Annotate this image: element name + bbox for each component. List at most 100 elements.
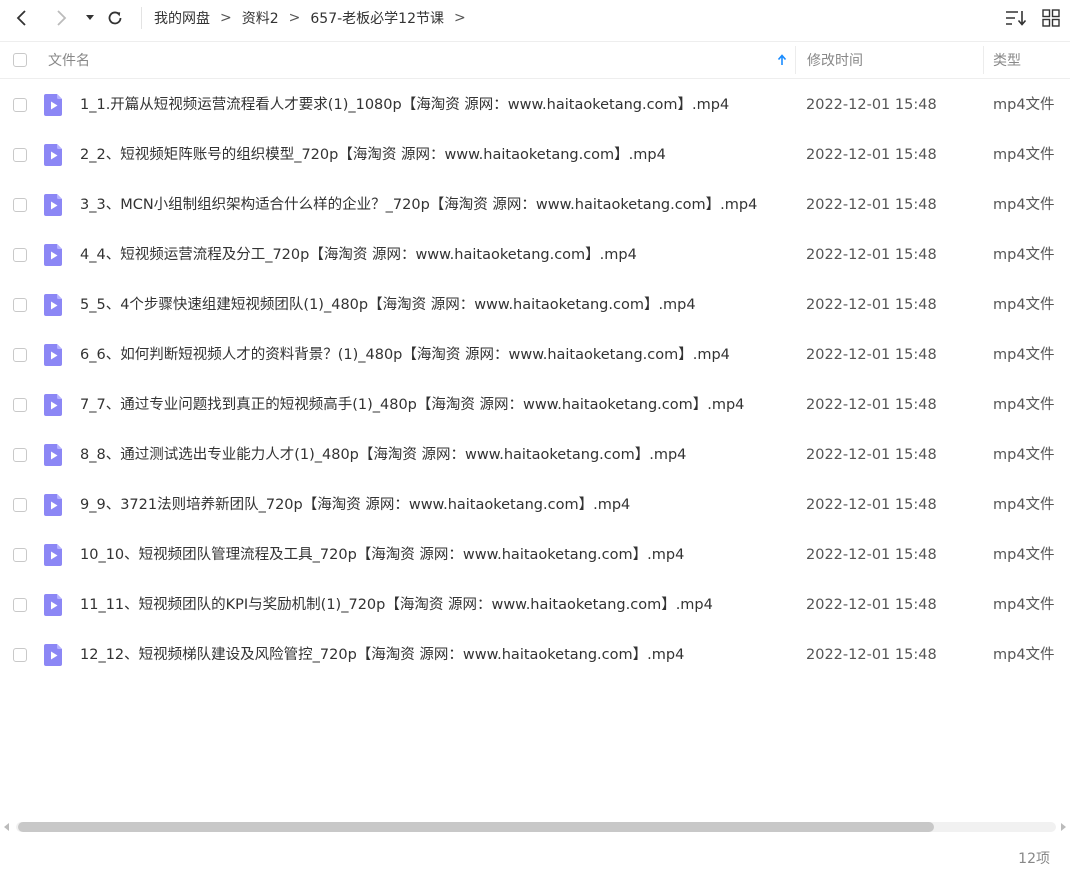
column-resizer[interactable]	[795, 46, 796, 74]
row-checkbox[interactable]	[13, 298, 27, 312]
row-checkbox[interactable]	[13, 248, 27, 262]
horizontal-scrollbar[interactable]	[0, 819, 1070, 835]
history-dropdown-button[interactable]	[78, 6, 102, 30]
file-name[interactable]: 1_1.开篇从短视频运营流程看人才要求(1)_1080p【海淘资 源网：www.…	[80, 80, 729, 130]
file-modified-time: 2022-12-01 15:48	[806, 247, 937, 263]
column-header-name[interactable]: 文件名	[48, 42, 90, 78]
forward-button[interactable]	[49, 6, 73, 30]
scroll-left-arrow[interactable]	[4, 823, 9, 831]
arrow-up-icon	[777, 54, 787, 65]
file-type: mp4文件	[993, 197, 1055, 213]
video-file-icon	[44, 494, 62, 516]
refresh-button[interactable]	[103, 6, 127, 30]
row-checkbox[interactable]	[13, 348, 27, 362]
row-checkbox[interactable]	[13, 648, 27, 662]
toolbar: 我的网盘 > 资料2 > 657-老板必学12节课 >	[0, 0, 1070, 36]
row-checkbox[interactable]	[13, 598, 27, 612]
file-name[interactable]: 7_7、通过专业问题找到真正的短视频高手(1)_480p【海淘资 源网：www.…	[80, 380, 744, 430]
item-count: 12项	[1018, 851, 1050, 867]
file-type: mp4文件	[993, 347, 1055, 363]
breadcrumb-item[interactable]: 我的网盘	[154, 8, 210, 28]
video-file-icon	[44, 344, 62, 366]
select-all-checkbox[interactable]	[13, 53, 27, 67]
video-file-icon	[44, 544, 62, 566]
file-name[interactable]: 4_4、短视频运营流程及分工_720p【海淘资 源网：www.haitaoket…	[80, 230, 637, 280]
file-name[interactable]: 10_10、短视频团队管理流程及工具_720p【海淘资 源网：www.haita…	[80, 530, 684, 580]
table-row[interactable]: 7_7、通过专业问题找到真正的短视频高手(1)_480p【海淘资 源网：www.…	[0, 380, 1070, 430]
grid-view-button[interactable]	[1040, 7, 1062, 29]
file-type: mp4文件	[993, 597, 1055, 613]
video-file-icon	[44, 394, 62, 416]
file-type: mp4文件	[993, 147, 1055, 163]
table-row[interactable]: 8_8、通过测试选出专业能力人才(1)_480p【海淘资 源网：www.hait…	[0, 430, 1070, 480]
row-checkbox[interactable]	[13, 498, 27, 512]
row-checkbox[interactable]	[13, 448, 27, 462]
table-row[interactable]: 11_11、短视频团队的KPI与奖励机制(1)_720p【海淘资 源网：www.…	[0, 580, 1070, 630]
table-row[interactable]: 2_2、短视频矩阵账号的组织模型_720p【海淘资 源网：www.haitaok…	[0, 130, 1070, 180]
breadcrumb: 我的网盘 > 资料2 > 657-老板必学12节课 >	[154, 0, 476, 36]
file-name[interactable]: 9_9、3721法则培养新团队_720p【海淘资 源网：www.haitaoke…	[80, 480, 630, 530]
breadcrumb-separator[interactable]: >	[454, 10, 466, 26]
file-modified-time: 2022-12-01 15:48	[806, 297, 937, 313]
scrollbar-thumb[interactable]	[18, 822, 934, 832]
chevron-right-icon	[57, 10, 67, 26]
scroll-right-arrow[interactable]	[1061, 823, 1066, 831]
table-row[interactable]: 1_1.开篇从短视频运营流程看人才要求(1)_1080p【海淘资 源网：www.…	[0, 80, 1070, 130]
row-checkbox[interactable]	[13, 548, 27, 562]
breadcrumb-separator: >	[220, 10, 232, 26]
back-button[interactable]	[10, 6, 34, 30]
file-modified-time: 2022-12-01 15:48	[806, 397, 937, 413]
file-name[interactable]: 2_2、短视频矩阵账号的组织模型_720p【海淘资 源网：www.haitaok…	[80, 130, 666, 180]
row-checkbox[interactable]	[13, 198, 27, 212]
file-name[interactable]: 5_5、4个步骤快速组建短视频团队(1)_480p【海淘资 源网：www.hai…	[80, 280, 696, 330]
file-type: mp4文件	[993, 447, 1055, 463]
video-file-icon	[44, 444, 62, 466]
file-type: mp4文件	[993, 547, 1055, 563]
file-name[interactable]: 8_8、通过测试选出专业能力人才(1)_480p【海淘资 源网：www.hait…	[80, 430, 686, 480]
file-type: mp4文件	[993, 247, 1055, 263]
chevron-left-icon	[16, 10, 26, 26]
file-list: 1_1.开篇从短视频运营流程看人才要求(1)_1080p【海淘资 源网：www.…	[0, 80, 1070, 680]
file-name[interactable]: 3_3、MCN小组制组织架构适合什么样的企业？_720p【海淘资 源网：www.…	[80, 180, 757, 230]
video-file-icon	[44, 294, 62, 316]
video-file-icon	[44, 244, 62, 266]
file-modified-time: 2022-12-01 15:48	[806, 347, 937, 363]
file-name[interactable]: 6_6、如何判断短视频人才的资料背景？(1)_480p【海淘资 源网：www.h…	[80, 330, 730, 380]
file-modified-time: 2022-12-01 15:48	[806, 147, 937, 163]
file-type: mp4文件	[993, 297, 1055, 313]
table-row[interactable]: 10_10、短视频团队管理流程及工具_720p【海淘资 源网：www.haita…	[0, 530, 1070, 580]
row-checkbox[interactable]	[13, 398, 27, 412]
sort-indicator[interactable]	[777, 42, 787, 78]
file-modified-time: 2022-12-01 15:48	[806, 197, 937, 213]
file-type: mp4文件	[993, 97, 1055, 113]
file-modified-time: 2022-12-01 15:48	[806, 447, 937, 463]
table-row[interactable]: 9_9、3721法则培养新团队_720p【海淘资 源网：www.haitaoke…	[0, 480, 1070, 530]
table-row[interactable]: 6_6、如何判断短视频人才的资料背景？(1)_480p【海淘资 源网：www.h…	[0, 330, 1070, 380]
file-modified-time: 2022-12-01 15:48	[806, 547, 937, 563]
table-row[interactable]: 12_12、短视频梯队建设及风险管控_720p【海淘资 源网：www.haita…	[0, 630, 1070, 680]
file-modified-time: 2022-12-01 15:48	[806, 597, 937, 613]
row-checkbox[interactable]	[13, 98, 27, 112]
table-row[interactable]: 5_5、4个步骤快速组建短视频团队(1)_480p【海淘资 源网：www.hai…	[0, 280, 1070, 330]
row-checkbox[interactable]	[13, 148, 27, 162]
video-file-icon	[44, 94, 62, 116]
breadcrumb-item[interactable]: 资料2	[242, 8, 279, 28]
column-header-type[interactable]: 类型	[993, 42, 1021, 78]
file-type: mp4文件	[993, 647, 1055, 663]
breadcrumb-item-current[interactable]: 657-老板必学12节课	[310, 8, 444, 28]
toolbar-divider	[141, 7, 142, 29]
table-row[interactable]: 3_3、MCN小组制组织架构适合什么样的企业？_720p【海淘资 源网：www.…	[0, 180, 1070, 230]
table-header: 文件名 修改时间 类型	[0, 41, 1070, 79]
file-type: mp4文件	[993, 397, 1055, 413]
sort-button[interactable]	[1005, 7, 1027, 29]
column-resizer[interactable]	[983, 46, 984, 74]
video-file-icon	[44, 194, 62, 216]
file-modified-time: 2022-12-01 15:48	[806, 647, 937, 663]
file-name[interactable]: 12_12、短视频梯队建设及风险管控_720p【海淘资 源网：www.haita…	[80, 630, 684, 680]
video-file-icon	[44, 594, 62, 616]
file-name[interactable]: 11_11、短视频团队的KPI与奖励机制(1)_720p【海淘资 源网：www.…	[80, 580, 713, 630]
file-modified-time: 2022-12-01 15:48	[806, 497, 937, 513]
file-type: mp4文件	[993, 497, 1055, 513]
column-header-modified[interactable]: 修改时间	[807, 42, 863, 78]
table-row[interactable]: 4_4、短视频运营流程及分工_720p【海淘资 源网：www.haitaoket…	[0, 230, 1070, 280]
